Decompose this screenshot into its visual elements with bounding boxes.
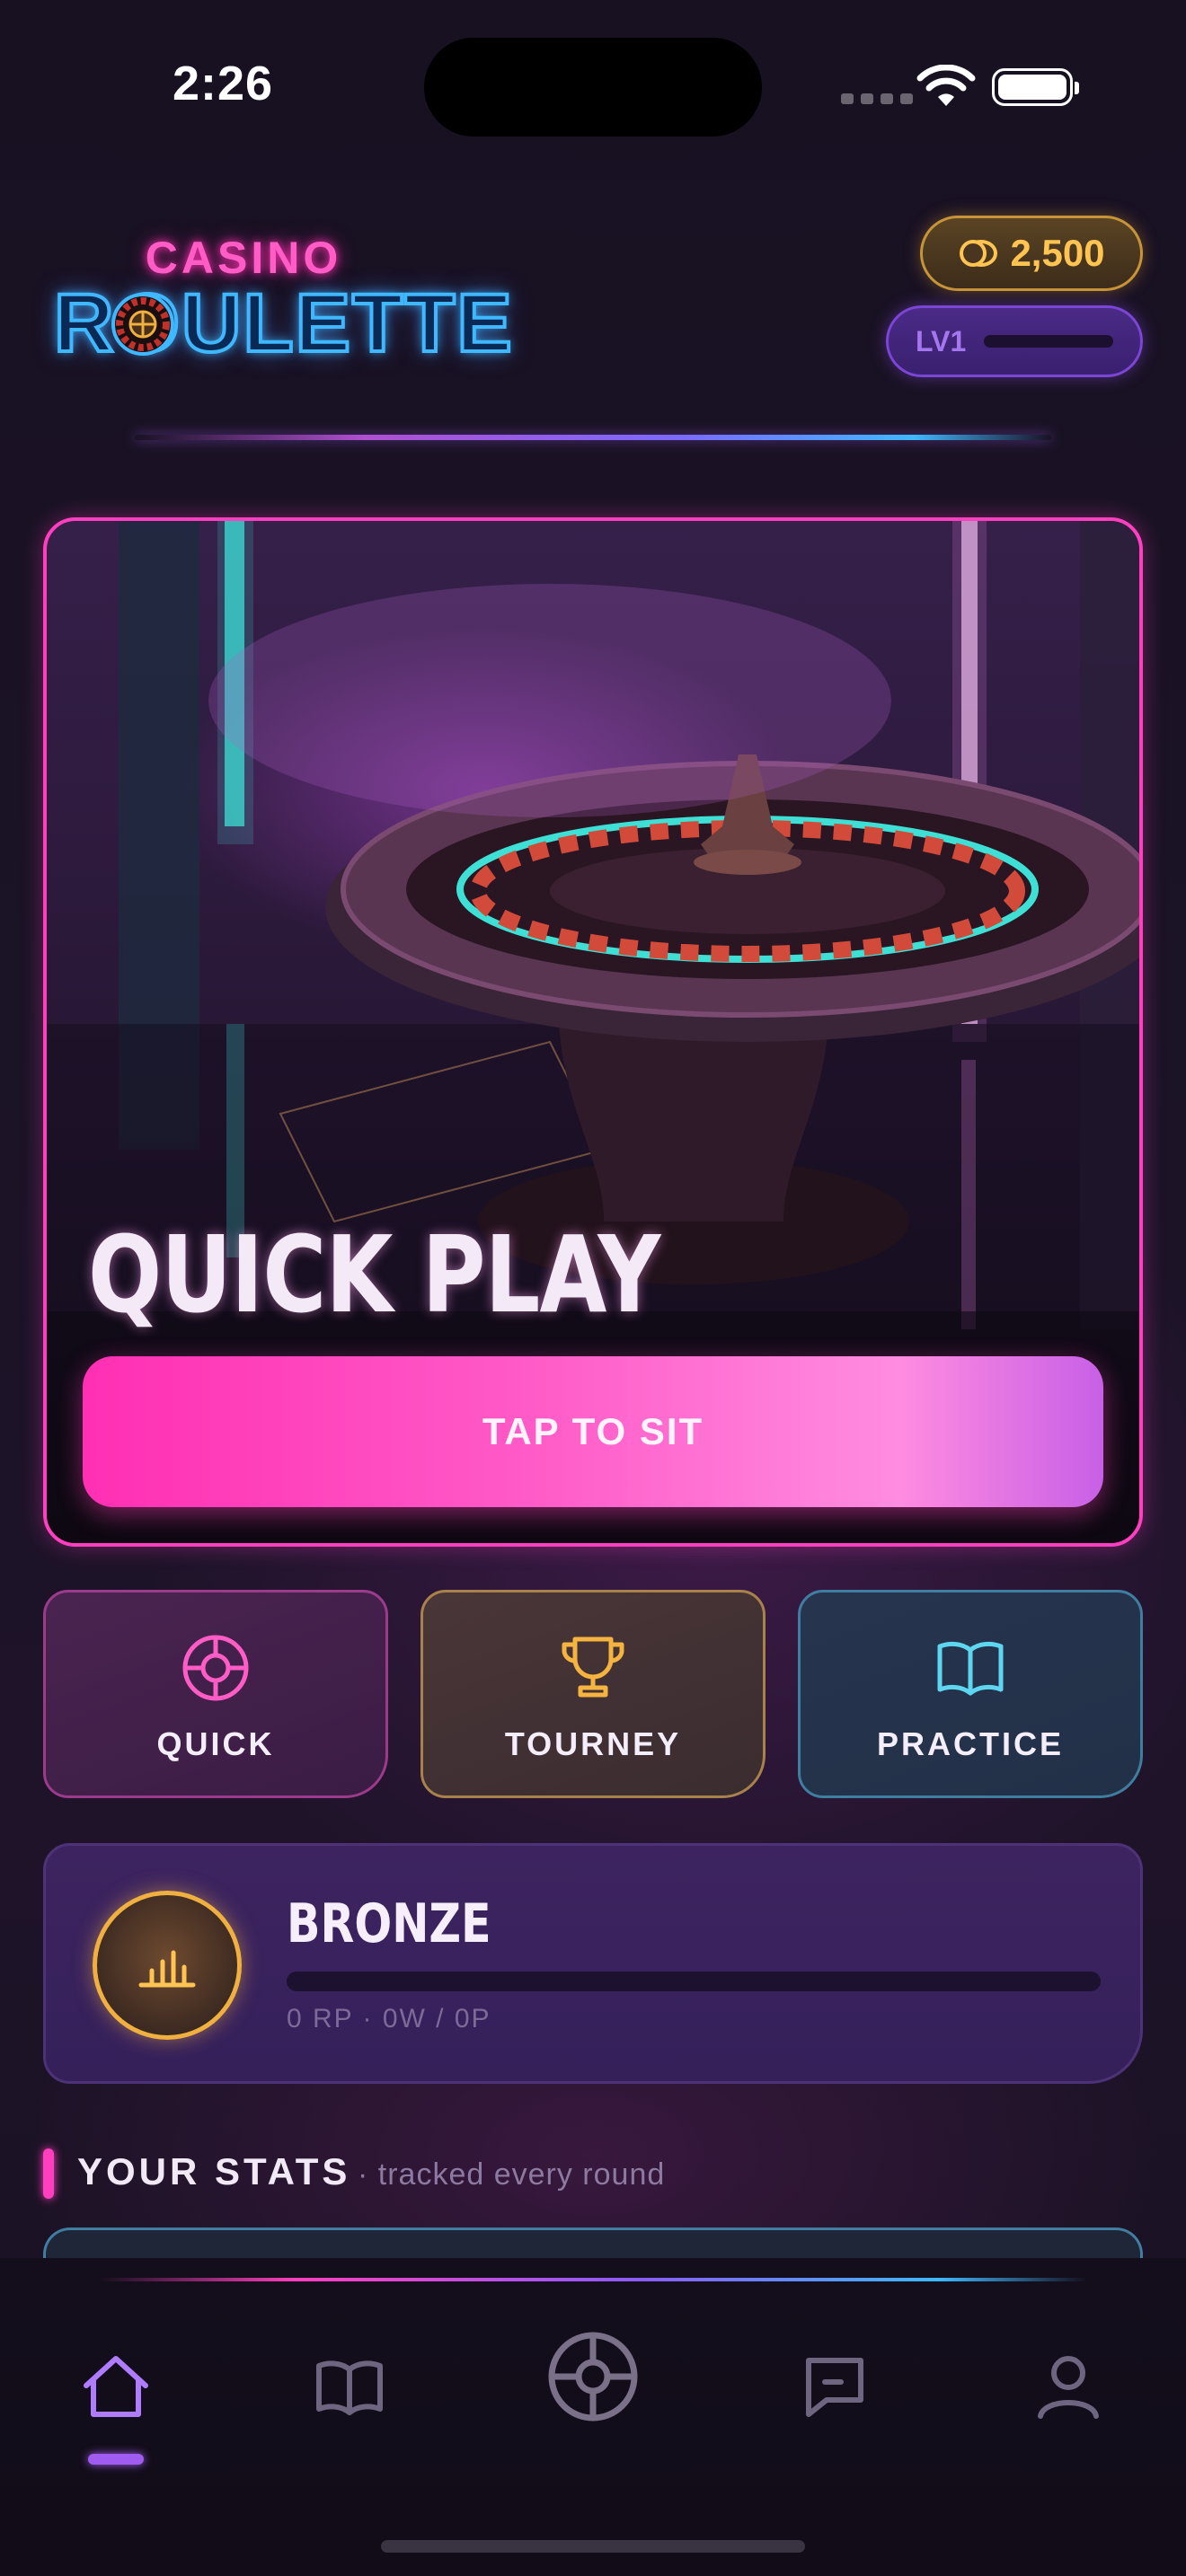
bar-chart-icon [138,1950,196,1988]
target-icon [182,1635,249,1701]
stats-section-subtitle: · tracked every round [358,2157,666,2192]
mode-tourney-button[interactable]: TOURNEY [420,1590,766,1798]
rank-title: BRONZE [287,1892,491,1955]
book-icon [316,2360,383,2415]
mode-quick-button[interactable]: QUICK [43,1590,388,1798]
tab-profile[interactable] [1019,2337,1118,2436]
tap-to-sit-button[interactable]: TAP TO SIT [83,1356,1103,1507]
coin-amount: 2,500 [1010,232,1105,274]
active-tab-indicator [88,2454,144,2465]
book-icon [937,1641,1004,1696]
battery-icon [992,68,1079,106]
level-label: LV1 [916,324,967,357]
rank-progress-bar [287,1972,1101,1991]
mode-practice-button[interactable]: PRACTICE [798,1590,1143,1798]
rank-stats: 0 RP · 0W / 0P [287,2004,491,2033]
wifi-icon [916,65,976,106]
logo-roulette-wheel-icon [111,293,174,356]
home-icon [84,2356,148,2417]
tab-home[interactable] [66,2337,165,2436]
tab-bar [0,2258,1186,2576]
mode-quick-label: QUICK [156,1725,275,1762]
home-indicator [381,2540,805,2553]
user-icon [1038,2356,1099,2419]
tab-bar-divider [99,2278,1087,2281]
status-time: 2:26 [173,57,274,110]
chat-icon [806,2358,863,2417]
mode-practice-label: PRACTICE [876,1725,1064,1762]
header-divider [135,435,1051,440]
mode-tourney-label: TOURNEY [504,1725,682,1762]
tab-learn[interactable] [300,2337,399,2436]
rank-card[interactable]: BRONZE 0 RP · 0W / 0P [43,1843,1143,2084]
tab-chat[interactable] [785,2337,884,2436]
xp-progress-bar [984,335,1113,348]
coins-icon [960,240,998,267]
tab-play[interactable] [544,2328,642,2425]
level-badge[interactable]: LV1 [886,305,1143,377]
home-screen: 2:26 CASINO ROULETTE 2,500 LV1 QUICK PLA… [0,0,1186,2576]
coin-balance[interactable]: 2,500 [920,216,1143,291]
quick-play-card[interactable]: QUICK PLAY TAP TO SIT [43,517,1143,1547]
section-marker [43,2148,54,2199]
app-logo: CASINO ROULETTE [52,232,514,371]
dynamic-island [424,38,762,137]
cellular-signal-icon [841,93,913,104]
quick-play-title: QUICK PLAY [88,1213,660,1337]
trophy-icon [562,1636,624,1698]
roulette-wheel-icon [548,2332,638,2422]
stats-section-title: YOUR STATS [77,2150,351,2192]
rank-badge [93,1891,242,2040]
